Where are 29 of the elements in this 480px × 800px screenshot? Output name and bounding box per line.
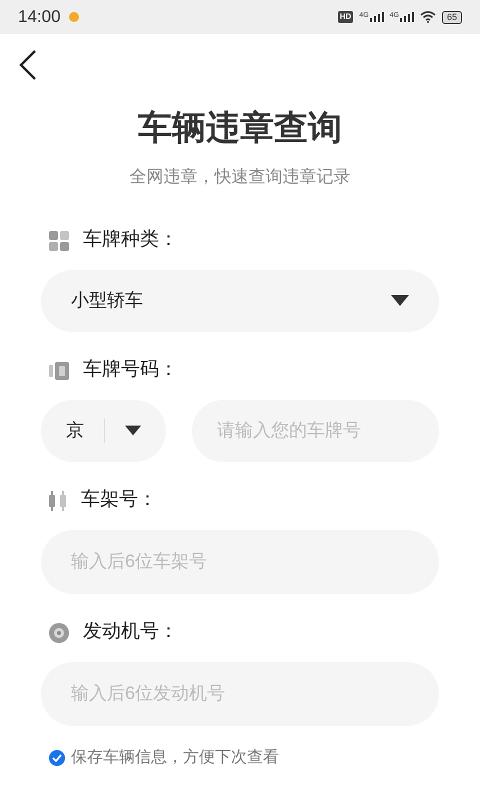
field-label: 车架号： (81, 488, 157, 512)
plate-number-input[interactable]: 请输入您的车牌号 (192, 400, 439, 462)
caret-icon (124, 425, 141, 436)
signal-icon (370, 12, 384, 22)
page-title: 车辆违章查询 (137, 108, 343, 149)
save-label: 保存车辆信息，方便下次查看 (71, 748, 279, 768)
bars-icon (49, 490, 67, 510)
text-input[interactable]: 输入后6位车架号 (41, 530, 439, 594)
field-label: 车牌号码： (83, 358, 178, 382)
clock: 14:00 (18, 6, 61, 28)
signal-icon (400, 12, 414, 22)
caret-icon (391, 295, 409, 306)
battery-indicator: 65 (442, 10, 462, 24)
hd-indicator: HD (338, 11, 354, 23)
dropdown-value: 小型轿车 (71, 289, 143, 312)
wifi-icon (420, 11, 436, 23)
save-checkbox[interactable] (49, 750, 65, 766)
text-input[interactable]: 输入后6位发动机号 (41, 662, 439, 726)
subtitle: 全网违章，快速查询违章记录 (128, 166, 352, 188)
field-label: 车牌种类： (83, 228, 178, 252)
province-value: 京 (66, 419, 84, 442)
grid-icon (49, 230, 69, 250)
card-icon (49, 362, 69, 380)
province-dropdown[interactable]: 京 (41, 400, 166, 462)
disc-icon (49, 622, 69, 642)
back-icon[interactable] (18, 50, 38, 80)
check-icon (52, 754, 62, 762)
vehicle-type-dropdown[interactable]: 小型轿车 (41, 270, 439, 332)
field-label: 发动机号： (83, 620, 178, 644)
